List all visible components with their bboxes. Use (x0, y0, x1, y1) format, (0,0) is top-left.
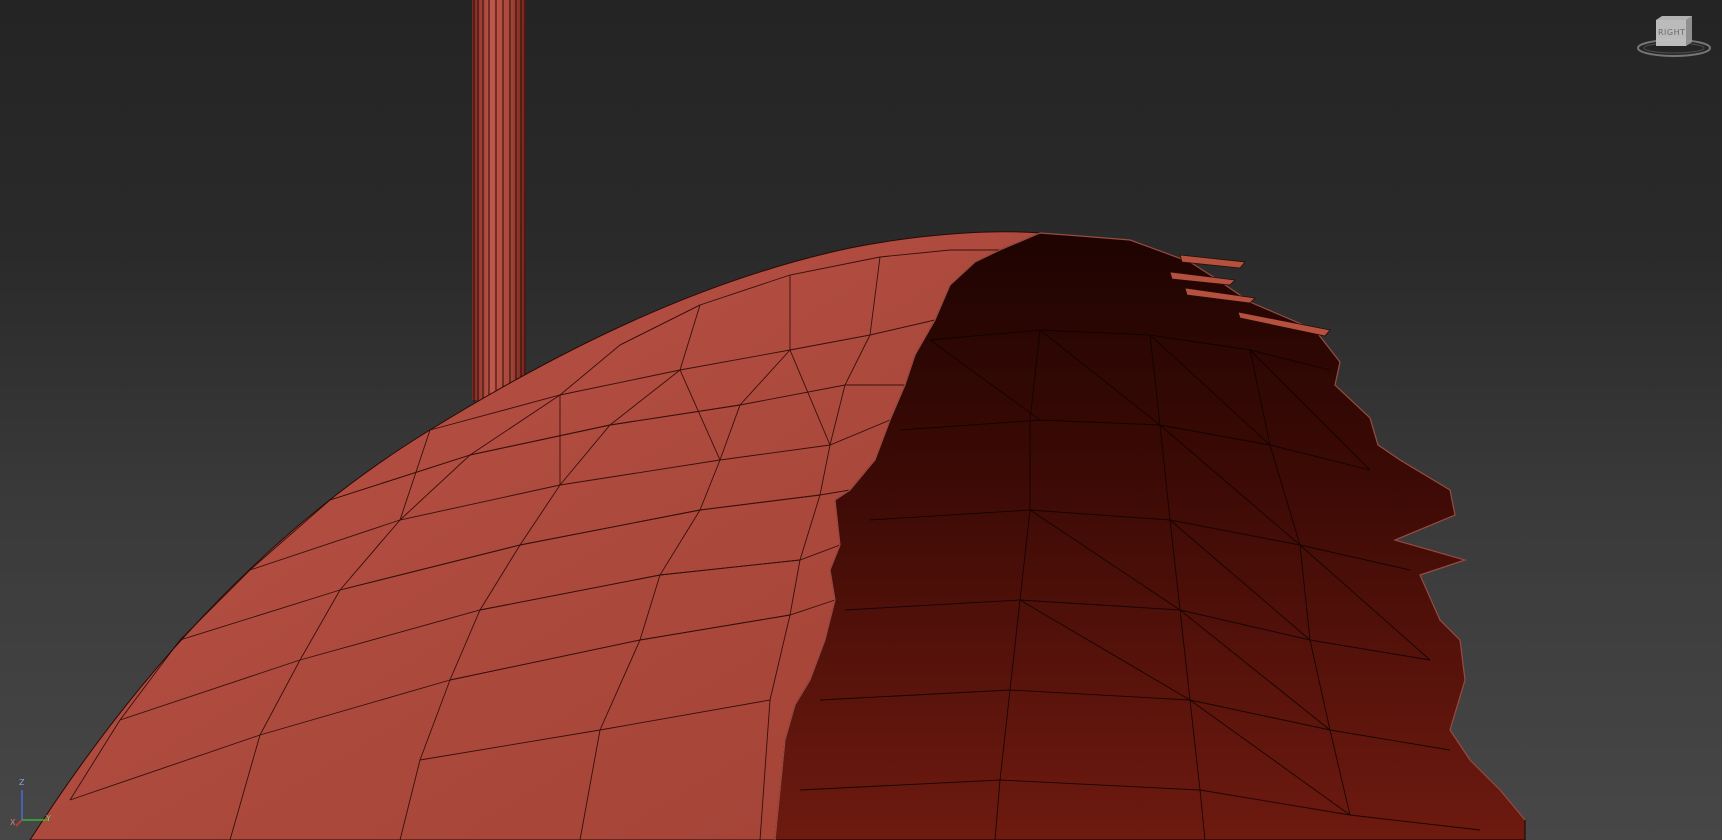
axis-tripod: Z Y X (10, 778, 54, 828)
viewcube-face-label: RIGHT (1658, 28, 1686, 37)
perspective-viewport[interactable]: RIGHT Z Y X (0, 0, 1722, 840)
axis-z-label: Z (19, 778, 25, 787)
axis-x-label: X (10, 818, 16, 827)
cylinder-post[interactable] (472, 0, 526, 402)
axis-y-label: Y (46, 814, 51, 823)
viewcube[interactable]: RIGHT (1636, 12, 1716, 62)
fractured-sphere-shell[interactable] (29, 231, 1526, 840)
viewcube-icon (1637, 16, 1711, 57)
scene-render[interactable] (0, 0, 1722, 840)
